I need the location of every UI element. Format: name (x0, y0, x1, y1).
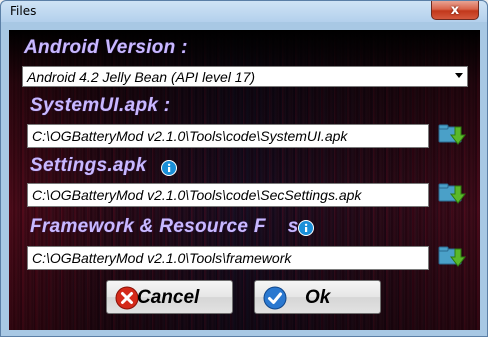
ok-button[interactable]: Ok (254, 280, 381, 314)
settings-path-field[interactable]: C:\OGBatteryMod v2.1.0\Tools\code\SecSet… (27, 183, 429, 207)
cancel-button-label: Cancel (137, 287, 200, 308)
folder-arrow-icon (438, 246, 467, 267)
framework-path-field[interactable]: C:\OGBatteryMod v2.1.0\Tools\framework (27, 246, 429, 270)
framework-label: Framework & Resource Fs : (30, 216, 311, 238)
android-version-label: Android Version : (24, 37, 188, 58)
systemui-browse-button[interactable] (437, 121, 467, 147)
cancel-button[interactable]: Cancel (106, 280, 233, 314)
settings-browse-button[interactable] (437, 180, 467, 206)
info-icon[interactable] (298, 220, 314, 236)
ok-button-label: Ok (305, 287, 331, 308)
framework-label-start: Framework & Resource F (30, 216, 266, 237)
systemui-label: SystemUI.apk : (30, 95, 171, 116)
chevron-down-icon[interactable] (455, 73, 463, 78)
close-button[interactable]: x (431, 1, 479, 20)
folder-arrow-icon (438, 183, 467, 204)
window-title: Files (10, 4, 37, 18)
android-version-value: Android 4.2 Jelly Bean (API level 17) (27, 69, 256, 85)
settings-label: Settings.apk (30, 155, 147, 176)
check-icon (263, 286, 287, 310)
systemui-path-field[interactable]: C:\OGBatteryMod v2.1.0\Tools\code\System… (27, 124, 429, 148)
folder-arrow-icon (438, 124, 467, 145)
android-version-select[interactable]: Android 4.2 Jelly Bean (API level 17) (22, 66, 468, 87)
cancel-x-icon (115, 286, 139, 310)
close-icon: x (450, 2, 460, 18)
info-icon[interactable] (161, 160, 177, 176)
framework-browse-button[interactable] (437, 243, 467, 269)
title-bar[interactable]: Files x (1, 1, 487, 22)
